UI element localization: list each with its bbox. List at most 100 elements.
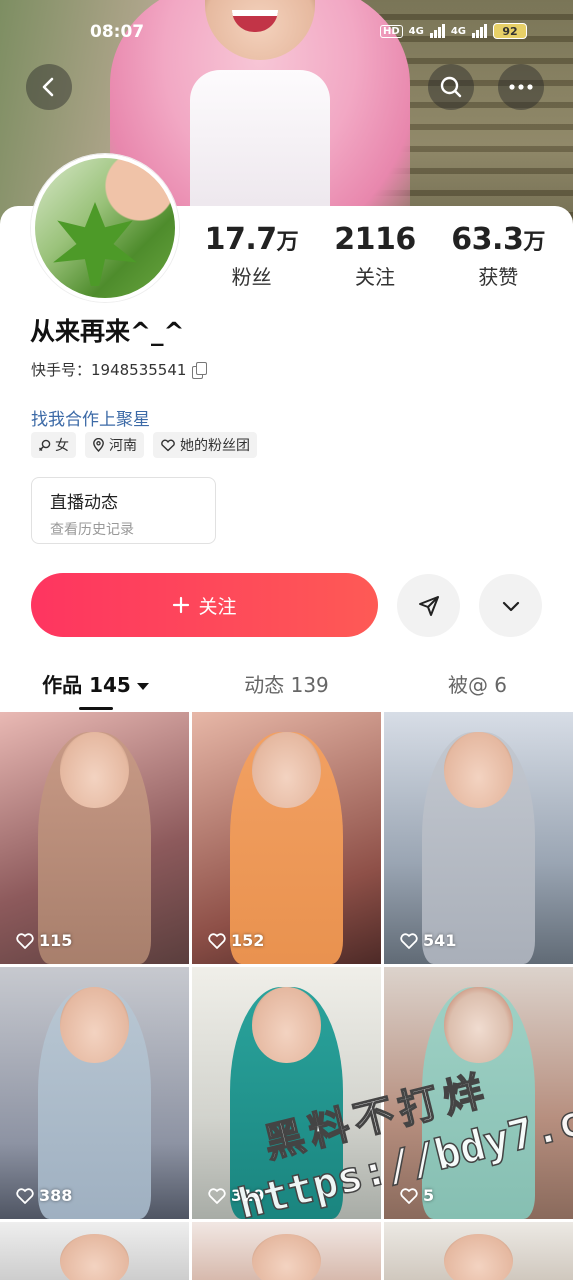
heart-icon xyxy=(16,1187,34,1204)
tag-fan-group-label: 她的粉丝团 xyxy=(180,438,250,454)
maple-leaf-icon xyxy=(53,202,137,286)
status-bar: 08:07 HD 4G 4G 92 xyxy=(0,22,573,46)
profile-stats: 17.7万 粉丝 2116 关注 63.3万 获赞 xyxy=(190,222,560,290)
thumbnail-head xyxy=(252,987,321,1063)
like-count-value: 319 xyxy=(231,1186,265,1205)
tab-mentions-label: 被@ 6 xyxy=(447,673,508,697)
heart-icon xyxy=(16,932,34,949)
kuaishou-id: 快手号：1948535541 xyxy=(31,361,187,379)
tab-moments-label: 动态 139 xyxy=(244,673,329,697)
heart-icon xyxy=(208,932,226,949)
status-time: 08:07 xyxy=(90,22,145,42)
live-subtitle: 查看历史记录 xyxy=(50,522,134,538)
tab-active-indicator xyxy=(79,707,113,710)
network-4g-label-2: 4G xyxy=(450,25,466,37)
heart-icon xyxy=(208,1187,226,1204)
stat-fans[interactable]: 17.7万 粉丝 xyxy=(190,222,313,290)
back-button[interactable] xyxy=(26,64,72,110)
thumbnail-head xyxy=(252,732,321,808)
like-count-value: 541 xyxy=(423,931,457,950)
search-button[interactable] xyxy=(428,64,474,110)
video-grid: 115 152 541 388 319 5 xyxy=(0,712,573,1280)
kuaishou-id-row: 快手号：1948535541 xyxy=(31,359,208,380)
tag-gender: 女 xyxy=(31,432,76,458)
location-icon xyxy=(93,438,104,452)
copy-icon[interactable] xyxy=(192,361,208,379)
share-button[interactable] xyxy=(397,574,460,637)
tag-location: 河南 xyxy=(85,432,144,458)
thumbnail-head xyxy=(60,732,129,808)
thumbnail-head xyxy=(60,987,129,1063)
stat-fans-unit: 万 xyxy=(276,230,299,255)
stat-following[interactable]: 2116 关注 xyxy=(313,222,436,290)
video-thumbnail[interactable]: 388 xyxy=(0,967,189,1219)
profile-tabs: 作品 145 动态 139 被@ 6 xyxy=(0,657,573,710)
signal-icon-2 xyxy=(472,24,487,38)
live-history-card[interactable]: 直播动态 查看历史记录 xyxy=(31,477,216,544)
heart-icon xyxy=(400,1187,418,1204)
thumbnail-head xyxy=(252,1234,321,1280)
caret-down-icon xyxy=(136,683,149,690)
like-count-value: 5 xyxy=(423,1186,435,1205)
like-count-value: 152 xyxy=(231,931,265,950)
stat-following-number: 2116 xyxy=(334,222,416,257)
tab-moments[interactable]: 动态 139 xyxy=(191,657,382,709)
stat-following-label: 关注 xyxy=(354,265,395,289)
hd-icon: HD xyxy=(379,24,403,38)
live-title: 直播动态 xyxy=(50,493,118,513)
like-count: 152 xyxy=(208,931,264,950)
video-thumbnail[interactable]: 5 xyxy=(384,967,573,1219)
thumbnail-head xyxy=(60,1234,129,1280)
video-thumbnail[interactable]: 152 xyxy=(192,712,381,964)
recommend-dropdown-button[interactable] xyxy=(479,574,542,637)
stat-likes-unit: 万 xyxy=(523,230,546,255)
battery-icon: 92 xyxy=(493,23,527,39)
chevron-left-icon xyxy=(42,77,54,97)
stat-likes-label: 获赞 xyxy=(478,265,519,289)
tab-works[interactable]: 作品 145 xyxy=(0,657,191,710)
avatar[interactable] xyxy=(31,154,179,302)
video-thumbnail[interactable] xyxy=(0,1222,189,1280)
like-count: 541 xyxy=(400,931,456,950)
follow-button[interactable]: 关注 xyxy=(31,573,378,637)
follow-label: 关注 xyxy=(198,595,237,618)
like-count-value: 115 xyxy=(39,931,73,950)
like-count: 319 xyxy=(208,1186,264,1205)
tab-mentions[interactable]: 被@ 6 xyxy=(382,657,573,709)
video-thumbnail[interactable]: 541 xyxy=(384,712,573,964)
tag-fan-group[interactable]: 她的粉丝团 xyxy=(153,432,257,458)
network-4g-label-1: 4G xyxy=(408,25,424,37)
more-options-button[interactable] xyxy=(498,64,544,110)
video-thumbnail[interactable] xyxy=(384,1222,573,1280)
stat-fans-number: 17.7 xyxy=(204,222,278,257)
status-icons: HD 4G 4G 92 xyxy=(379,23,527,39)
like-count-value: 388 xyxy=(39,1186,73,1205)
send-icon xyxy=(418,595,439,616)
thumbnail-head xyxy=(444,732,513,808)
like-count: 388 xyxy=(16,1186,72,1205)
fan-group-icon xyxy=(161,439,175,451)
thumbnail-head xyxy=(444,1234,513,1280)
stat-likes[interactable]: 63.3万 获赞 xyxy=(437,222,560,290)
heart-icon xyxy=(400,932,418,949)
plus-icon xyxy=(173,596,190,614)
tag-location-label: 河南 xyxy=(109,438,137,454)
profile-name: 从来再来^_^ xyxy=(30,317,185,346)
tag-gender-label: 女 xyxy=(55,438,69,454)
signal-icon-1 xyxy=(429,24,445,38)
video-thumbnail[interactable]: 115 xyxy=(0,712,189,964)
search-icon xyxy=(440,76,462,98)
star-collab-link[interactable]: 找我合作上聚星 xyxy=(31,405,150,430)
like-count: 115 xyxy=(16,931,72,950)
more-dots-icon xyxy=(509,84,533,90)
video-thumbnail[interactable] xyxy=(192,1222,381,1280)
like-count: 5 xyxy=(400,1186,434,1205)
thumbnail-head xyxy=(444,987,513,1063)
female-icon xyxy=(39,439,51,451)
profile-tags: 女 河南 她的粉丝团 xyxy=(31,432,257,458)
chevron-down-icon xyxy=(502,601,519,611)
tab-works-label: 作品 145 xyxy=(42,673,131,697)
video-thumbnail[interactable]: 319 xyxy=(192,967,381,1219)
stat-likes-number: 63.3 xyxy=(451,222,524,257)
stat-fans-label: 粉丝 xyxy=(231,265,272,289)
